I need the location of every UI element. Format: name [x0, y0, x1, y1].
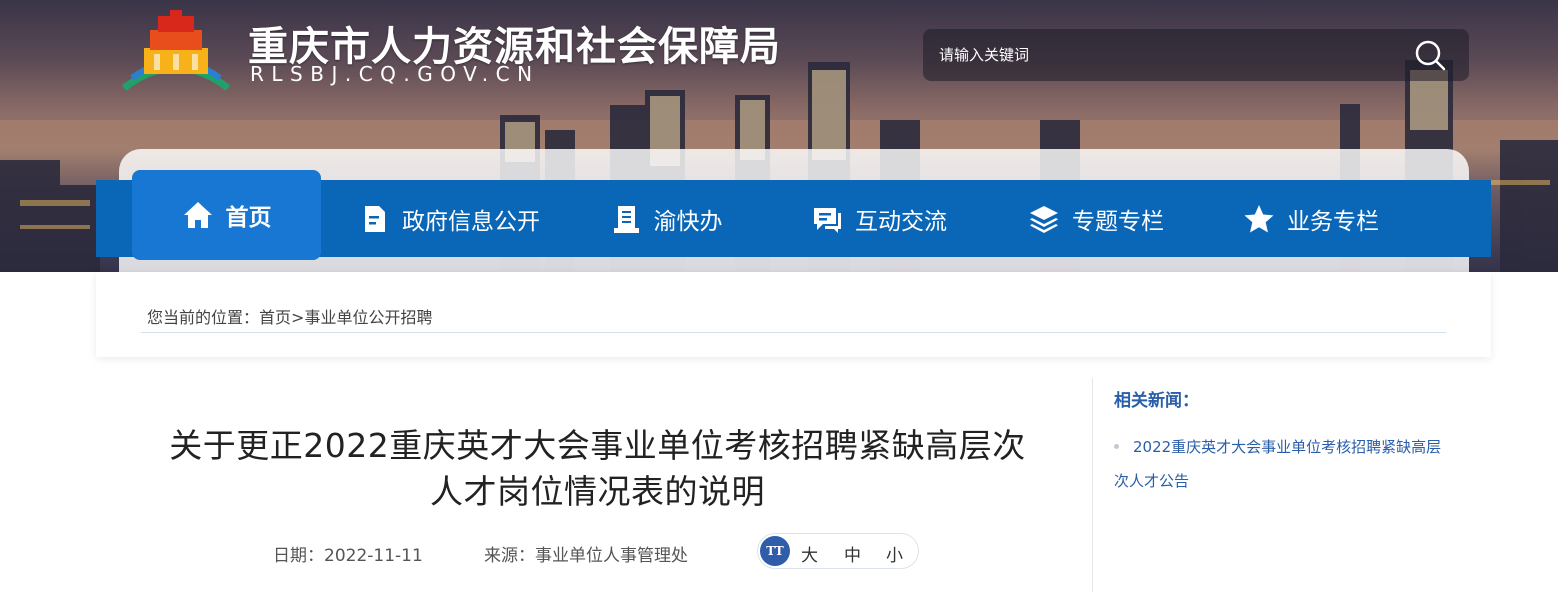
search-icon[interactable]	[1412, 38, 1448, 74]
breadcrumb-divider	[141, 332, 1446, 333]
main-nav: 首页 政府信息公开 渝快办 互动交流 专题专栏 业务专栏	[96, 170, 1491, 260]
nav-item-yukuaiban[interactable]: 渝快办	[601, 180, 731, 257]
search-box	[923, 29, 1469, 81]
nav-item-interaction[interactable]: 互动交流	[804, 180, 954, 257]
handbook-icon	[613, 205, 639, 233]
nav-label-business: 业务专栏	[1287, 208, 1379, 235]
nav-item-gov-info[interactable]: 政府信息公开	[354, 180, 544, 257]
breadcrumb-card: 您当前的位置：首页>事业单位公开招聘	[96, 272, 1491, 357]
layers-icon	[1030, 205, 1058, 233]
breadcrumb-separator: >	[291, 308, 305, 327]
font-size-medium-button[interactable]: 中	[844, 541, 861, 566]
date-value: 2022-11-11	[324, 546, 423, 566]
article-title: 关于更正2022重庆英才大会事业单位考核招聘紧缺高层次 人才岗位情况表的说明	[160, 423, 1035, 515]
bureau-logo	[121, 10, 231, 91]
font-size-small-button[interactable]: 小	[886, 541, 903, 566]
article-title-line-2: 人才岗位情况表的说明	[430, 472, 765, 511]
site-domain: RLSBJ.CQ.GOV.CN	[250, 62, 540, 86]
nav-item-business[interactable]: 业务专栏	[1236, 180, 1386, 257]
nav-label-home: 首页	[225, 205, 272, 231]
source-label: 来源：	[484, 546, 535, 566]
font-size-control: TT 大 中 小	[757, 533, 919, 569]
related-news-item[interactable]: 2022重庆英才大会事业单位考核招聘紧缺高层 次人才公告	[1114, 430, 1464, 498]
related-news-line-2: 次人才公告	[1114, 472, 1190, 490]
nav-label-interaction: 互动交流	[855, 208, 947, 235]
sidebar-divider	[1092, 378, 1093, 592]
date-label: 日期：	[273, 546, 324, 566]
breadcrumb-home-link[interactable]: 首页	[259, 308, 291, 327]
article-title-line-1: 关于更正2022重庆英才大会事业单位考核招聘紧缺高层次	[169, 426, 1026, 465]
home-icon	[183, 202, 212, 228]
article-source: 来源：事业单位人事管理处	[484, 541, 688, 566]
nav-label-gov-info: 政府信息公开	[402, 208, 540, 235]
star-icon	[1244, 204, 1274, 232]
nav-label-topics: 专题专栏	[1072, 208, 1164, 235]
breadcrumb: 您当前的位置：首页>事业单位公开招聘	[147, 304, 432, 328]
related-news-line-1: 2022重庆英才大会事业单位考核招聘紧缺高层	[1133, 438, 1442, 456]
breadcrumb-current-link[interactable]: 事业单位公开招聘	[304, 308, 432, 327]
nav-item-home[interactable]: 首页	[132, 170, 321, 260]
bullet-dot-icon	[1114, 443, 1119, 449]
font-size-large-button[interactable]: 大	[801, 541, 818, 566]
font-size-icon: TT	[760, 536, 790, 566]
related-news-title: 相关新闻：	[1114, 391, 1199, 411]
chat-icon	[814, 207, 841, 233]
search-input[interactable]	[939, 40, 1399, 70]
document-icon	[365, 205, 385, 232]
article-date: 日期：2022-11-11	[273, 541, 423, 566]
nav-label-yukuaiban: 渝快办	[653, 208, 723, 235]
breadcrumb-prefix: 您当前的位置：	[147, 308, 260, 327]
nav-item-topics[interactable]: 专题专栏	[1021, 180, 1171, 257]
source-value: 事业单位人事管理处	[535, 546, 688, 566]
